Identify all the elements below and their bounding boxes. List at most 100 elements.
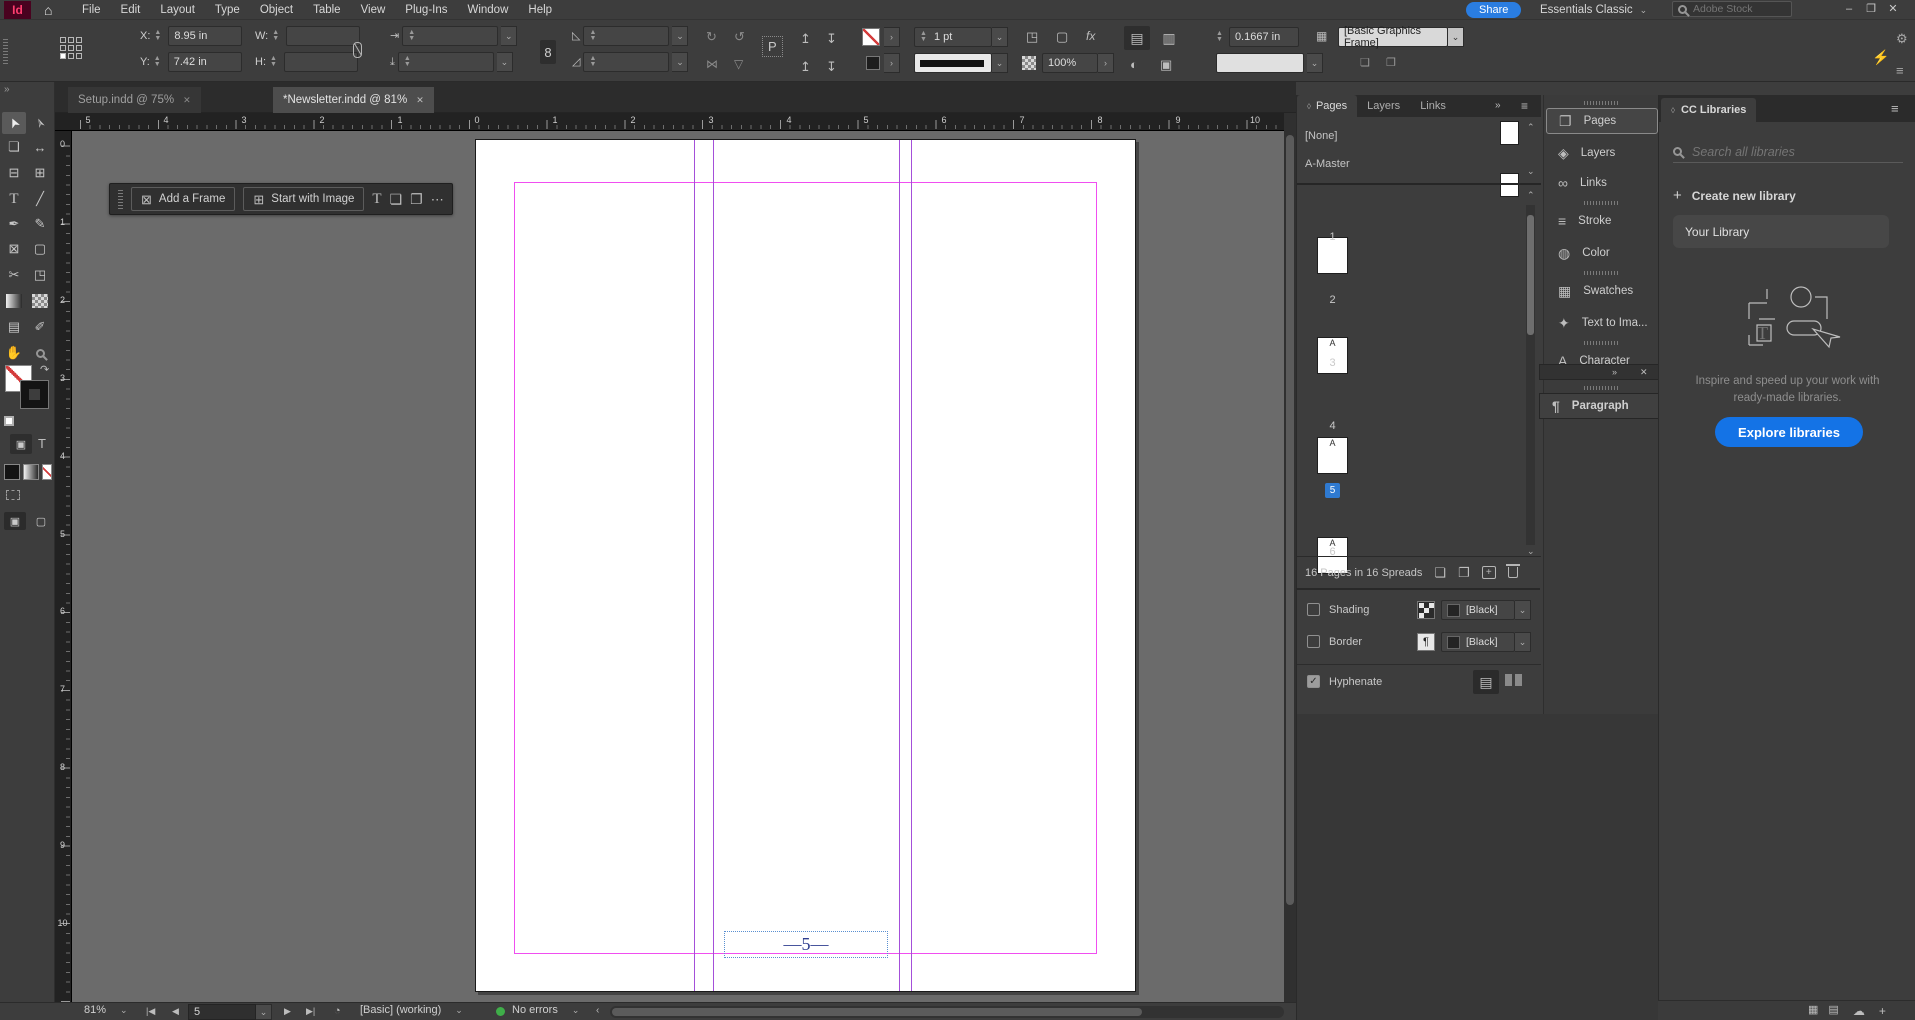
proxy-dot[interactable] (68, 53, 74, 59)
free-transform-tool[interactable]: ◳ (28, 264, 52, 286)
horizontal-ruler[interactable]: 5 4 3 2 1 0 1 2 3 4 5 6 7 8 9 10 (55, 113, 1284, 131)
wrap-around-button[interactable]: ▥ (1156, 26, 1182, 50)
master-none-thumbnail[interactable] (1500, 121, 1519, 145)
flip-horizontal-icon[interactable]: ⋈ (706, 58, 718, 70)
w-stepper[interactable]: ▲ ▼ (272, 29, 279, 42)
dock-item-links[interactable]: ∞ Links (1546, 170, 1658, 196)
canvas-pasteboard[interactable]: —5— ⊠ Add a Frame ⊞ Start with Image T ❏… (72, 131, 1284, 1002)
add-document-icon[interactable]: ❐ (410, 192, 423, 206)
stroke-type-dropdown[interactable]: ⌄ (992, 53, 1008, 73)
content-placer-tool[interactable]: ⊞ (28, 162, 52, 184)
page-thumbnail-3[interactable]: A (1317, 437, 1348, 474)
page-label-2[interactable]: 2 (1317, 294, 1348, 306)
effects-icon[interactable]: fx (1086, 30, 1095, 42)
h-stepper[interactable]: ▲ ▼ (270, 55, 277, 68)
cc-panel-menu-icon[interactable]: ≡ (1891, 102, 1899, 115)
preview-view-button[interactable]: ▢ (30, 512, 52, 530)
dock-grip[interactable] (1584, 386, 1618, 390)
scrollbar-thumb[interactable] (612, 1008, 1142, 1016)
shear-dropdown[interactable]: ⌄ (672, 26, 689, 46)
select-next-object-icon[interactable]: ↧ (826, 32, 837, 45)
pages-scroll-down-icon[interactable]: ⌄ (1527, 547, 1535, 556)
panel-menu-icon[interactable]: ≡ (1521, 100, 1528, 112)
stroke-weight-field[interactable]: ▲ ▼ 1 pt (914, 27, 992, 47)
corner-options-icon[interactable]: ◳ (1026, 30, 1038, 43)
link-scale-icon[interactable]: 8 (540, 40, 556, 64)
stroke-color-menu[interactable]: › (884, 27, 900, 47)
scale-x-dropdown[interactable]: ⌄ (501, 26, 518, 46)
close-panel-icon[interactable]: ✕ (1640, 368, 1648, 377)
pencil-tool[interactable]: ✎ (28, 213, 52, 235)
proxy-dot[interactable] (60, 37, 66, 43)
menu-plugins[interactable]: Plug-Ins (395, 0, 457, 20)
hand-tool[interactable]: ✋ (2, 342, 26, 364)
adobe-stock-search[interactable] (1672, 1, 1792, 17)
scale-y-field[interactable]: ▲ ▼ (397, 52, 494, 72)
first-page-button[interactable]: |◀ (146, 1007, 155, 1016)
tab-pages[interactable]: ◊ Pages (1297, 95, 1358, 117)
toolbar-grip[interactable] (118, 189, 123, 209)
normal-view-button[interactable]: ▣ (4, 512, 26, 530)
type-tool[interactable]: T (2, 188, 26, 210)
control-panel-grip[interactable] (3, 38, 8, 64)
eyedropper-tool[interactable]: ✐ (28, 316, 52, 338)
proxy-dot[interactable] (60, 45, 66, 51)
dock-item-layers[interactable]: ◈ Layers (1546, 140, 1658, 166)
scrollbar-thumb[interactable] (1286, 135, 1294, 905)
corner-shape-icon[interactable]: ▢ (1056, 30, 1068, 43)
gradient-swatch-dropdown[interactable]: ⌄ (1307, 53, 1323, 73)
vertical-ruler[interactable]: 0 1 2 3 4 5 6 7 8 9 10 (55, 131, 72, 1002)
share-button[interactable]: Share (1466, 2, 1522, 18)
add-page-icon[interactable]: ❏ (390, 192, 403, 206)
direct-selection-tool[interactable]: ➢ (28, 112, 52, 134)
dock-item-paragraph[interactable]: ¶ Paragraph (1539, 393, 1659, 419)
gradient-swatch-tool[interactable] (2, 290, 26, 312)
insert-pages-icon[interactable]: ❐ (1458, 566, 1470, 579)
menu-type[interactable]: Type (205, 0, 250, 20)
proxy-dot[interactable] (76, 37, 82, 43)
content-collector-tool[interactable]: ⊟ (2, 162, 26, 184)
text-frame-options-button[interactable]: ▤ (1473, 670, 1499, 694)
master-a-row[interactable]: A-Master (1305, 151, 1533, 177)
expand-panel-icon[interactable]: » (1612, 368, 1617, 377)
grid-view-icon[interactable]: ▦ (1808, 1005, 1818, 1016)
panel-menu-icon[interactable]: ≡ (1896, 64, 1904, 77)
home-icon[interactable]: ⌂ (44, 3, 52, 17)
expand-panels-icon[interactable]: » (1495, 101, 1501, 111)
proxy-dot[interactable] (76, 45, 82, 51)
stock-search-input[interactable] (1693, 3, 1773, 15)
reference-point-proxy[interactable] (60, 37, 82, 59)
page-tool[interactable]: ❏ (2, 136, 26, 158)
shading-color-dropdown[interactable]: [Black] (1441, 600, 1515, 620)
menu-window[interactable]: Window (457, 0, 518, 20)
masters-scroll-down-icon[interactable]: ⌄ (1527, 167, 1535, 176)
menu-help[interactable]: Help (518, 0, 562, 20)
preflight-profile-control[interactable]: [Basic] (working) ⌄ (360, 1004, 463, 1016)
flip-vertical-icon[interactable]: ▽ (734, 58, 743, 70)
frame-tool[interactable]: ⊠ (2, 238, 26, 260)
dock-item-pages[interactable]: ❐ Pages (1546, 108, 1658, 134)
border-color-chevron[interactable]: ⌄ (1515, 632, 1531, 652)
dock-item-stroke[interactable]: ≡ Stroke (1546, 208, 1658, 234)
preflight-icon[interactable]: ◔ (334, 1006, 341, 1017)
select-previous-object-icon[interactable]: ↥ (800, 32, 811, 45)
page-number-text-frame[interactable]: —5— (724, 931, 888, 958)
your-library-button[interactable]: Your Library (1673, 215, 1889, 248)
rotation-dropdown[interactable]: ⌄ (672, 52, 689, 72)
list-view-icon[interactable]: ▤ (1828, 1005, 1838, 1016)
page-label-5-selected[interactable]: 5 (1325, 483, 1340, 498)
page-label-4[interactable]: 4 (1317, 420, 1348, 432)
pen-tool[interactable]: ✒ (2, 213, 26, 235)
wrap-none-button[interactable]: ▤ (1124, 26, 1150, 50)
menu-layout[interactable]: Layout (150, 0, 205, 20)
hyphenate-checkbox[interactable]: ✓ (1307, 675, 1320, 688)
page-label-3[interactable]: 3 (1317, 357, 1348, 369)
menu-object[interactable]: Object (250, 0, 303, 20)
select-container-icon[interactable]: P (762, 36, 783, 57)
canvas-horizontal-scrollbar[interactable] (610, 1006, 1284, 1018)
style-override-icon[interactable]: ❏ (1360, 58, 1370, 69)
dock-item-swatches[interactable]: ▦ Swatches (1546, 278, 1658, 304)
stroke-indicator[interactable] (20, 380, 49, 409)
app-logo[interactable]: Id (4, 1, 31, 19)
border-mark-icon[interactable]: ¶ (1417, 633, 1435, 651)
